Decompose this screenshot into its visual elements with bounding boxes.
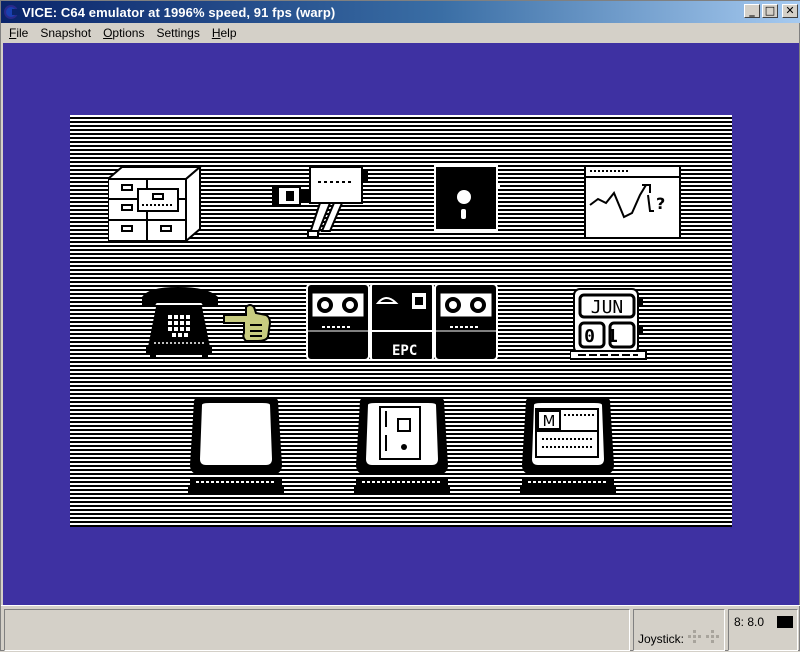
epc-label: EPC <box>392 343 417 359</box>
svg-text:?: ? <box>656 194 665 213</box>
close-button[interactable]: ✕ <box>782 4 798 18</box>
menu-options[interactable]: Options <box>97 26 150 40</box>
file-cabinet-icon[interactable] <box>108 165 202 243</box>
emulator-screen[interactable]: ? EPC JUN 01 M <box>3 43 799 605</box>
menu-settings[interactable]: Settings <box>150 26 205 40</box>
menu-letter: M <box>543 412 556 430</box>
status-message-pane <box>4 609 630 651</box>
design-computer-icon[interactable] <box>352 395 452 495</box>
joystick-status-pane: Joystick: <box>633 609 725 651</box>
calendar-day: 01 <box>584 326 630 347</box>
title-bar[interactable]: VICE: C64 emulator at 1996% speed, 91 fp… <box>1 1 800 23</box>
menu-file[interactable]: File <box>3 26 34 40</box>
pointing-hand-cursor <box>223 304 272 342</box>
blank-computer-icon[interactable] <box>186 395 286 495</box>
maximize-button[interactable]: □ <box>762 4 778 18</box>
calendar-month: JUN <box>591 297 624 318</box>
vice-app-icon[interactable] <box>4 5 20 19</box>
epc-tape-computer-icon[interactable]: EPC <box>306 283 498 363</box>
minimize-button[interactable]: _ <box>744 4 760 18</box>
menu-snapshot[interactable]: Snapshot <box>34 26 97 40</box>
stock-chart-icon[interactable]: ? <box>584 165 682 239</box>
menu-help[interactable]: Help <box>206 26 243 40</box>
joystick-port-2-indicator <box>706 630 720 644</box>
window-title: VICE: C64 emulator at 1996% speed, 91 fp… <box>22 4 336 20</box>
vice-window: VICE: C64 emulator at 1996% speed, 91 fp… <box>0 0 800 651</box>
joystick-label: Joystick: <box>638 632 685 646</box>
video-camera-icon[interactable] <box>270 165 370 241</box>
status-bar: Joystick: 8: 8.0 <box>1 605 800 652</box>
menu-computer-icon[interactable]: M <box>518 395 618 495</box>
c64-display[interactable]: ? EPC JUN 01 M <box>70 115 732 527</box>
calendar-icon[interactable]: JUN 01 <box>570 287 650 363</box>
telephone-icon[interactable] <box>138 285 222 359</box>
drive-status-pane: 8: 8.0 <box>728 609 798 651</box>
floppy-disk-icon[interactable] <box>434 165 500 233</box>
joystick-port-1-indicator <box>688 630 702 644</box>
drive-led-indicator <box>777 616 793 628</box>
drive-track-label: 8: 8.0 <box>734 615 765 629</box>
menu-bar: File Snapshot Options Settings Help <box>1 23 800 43</box>
